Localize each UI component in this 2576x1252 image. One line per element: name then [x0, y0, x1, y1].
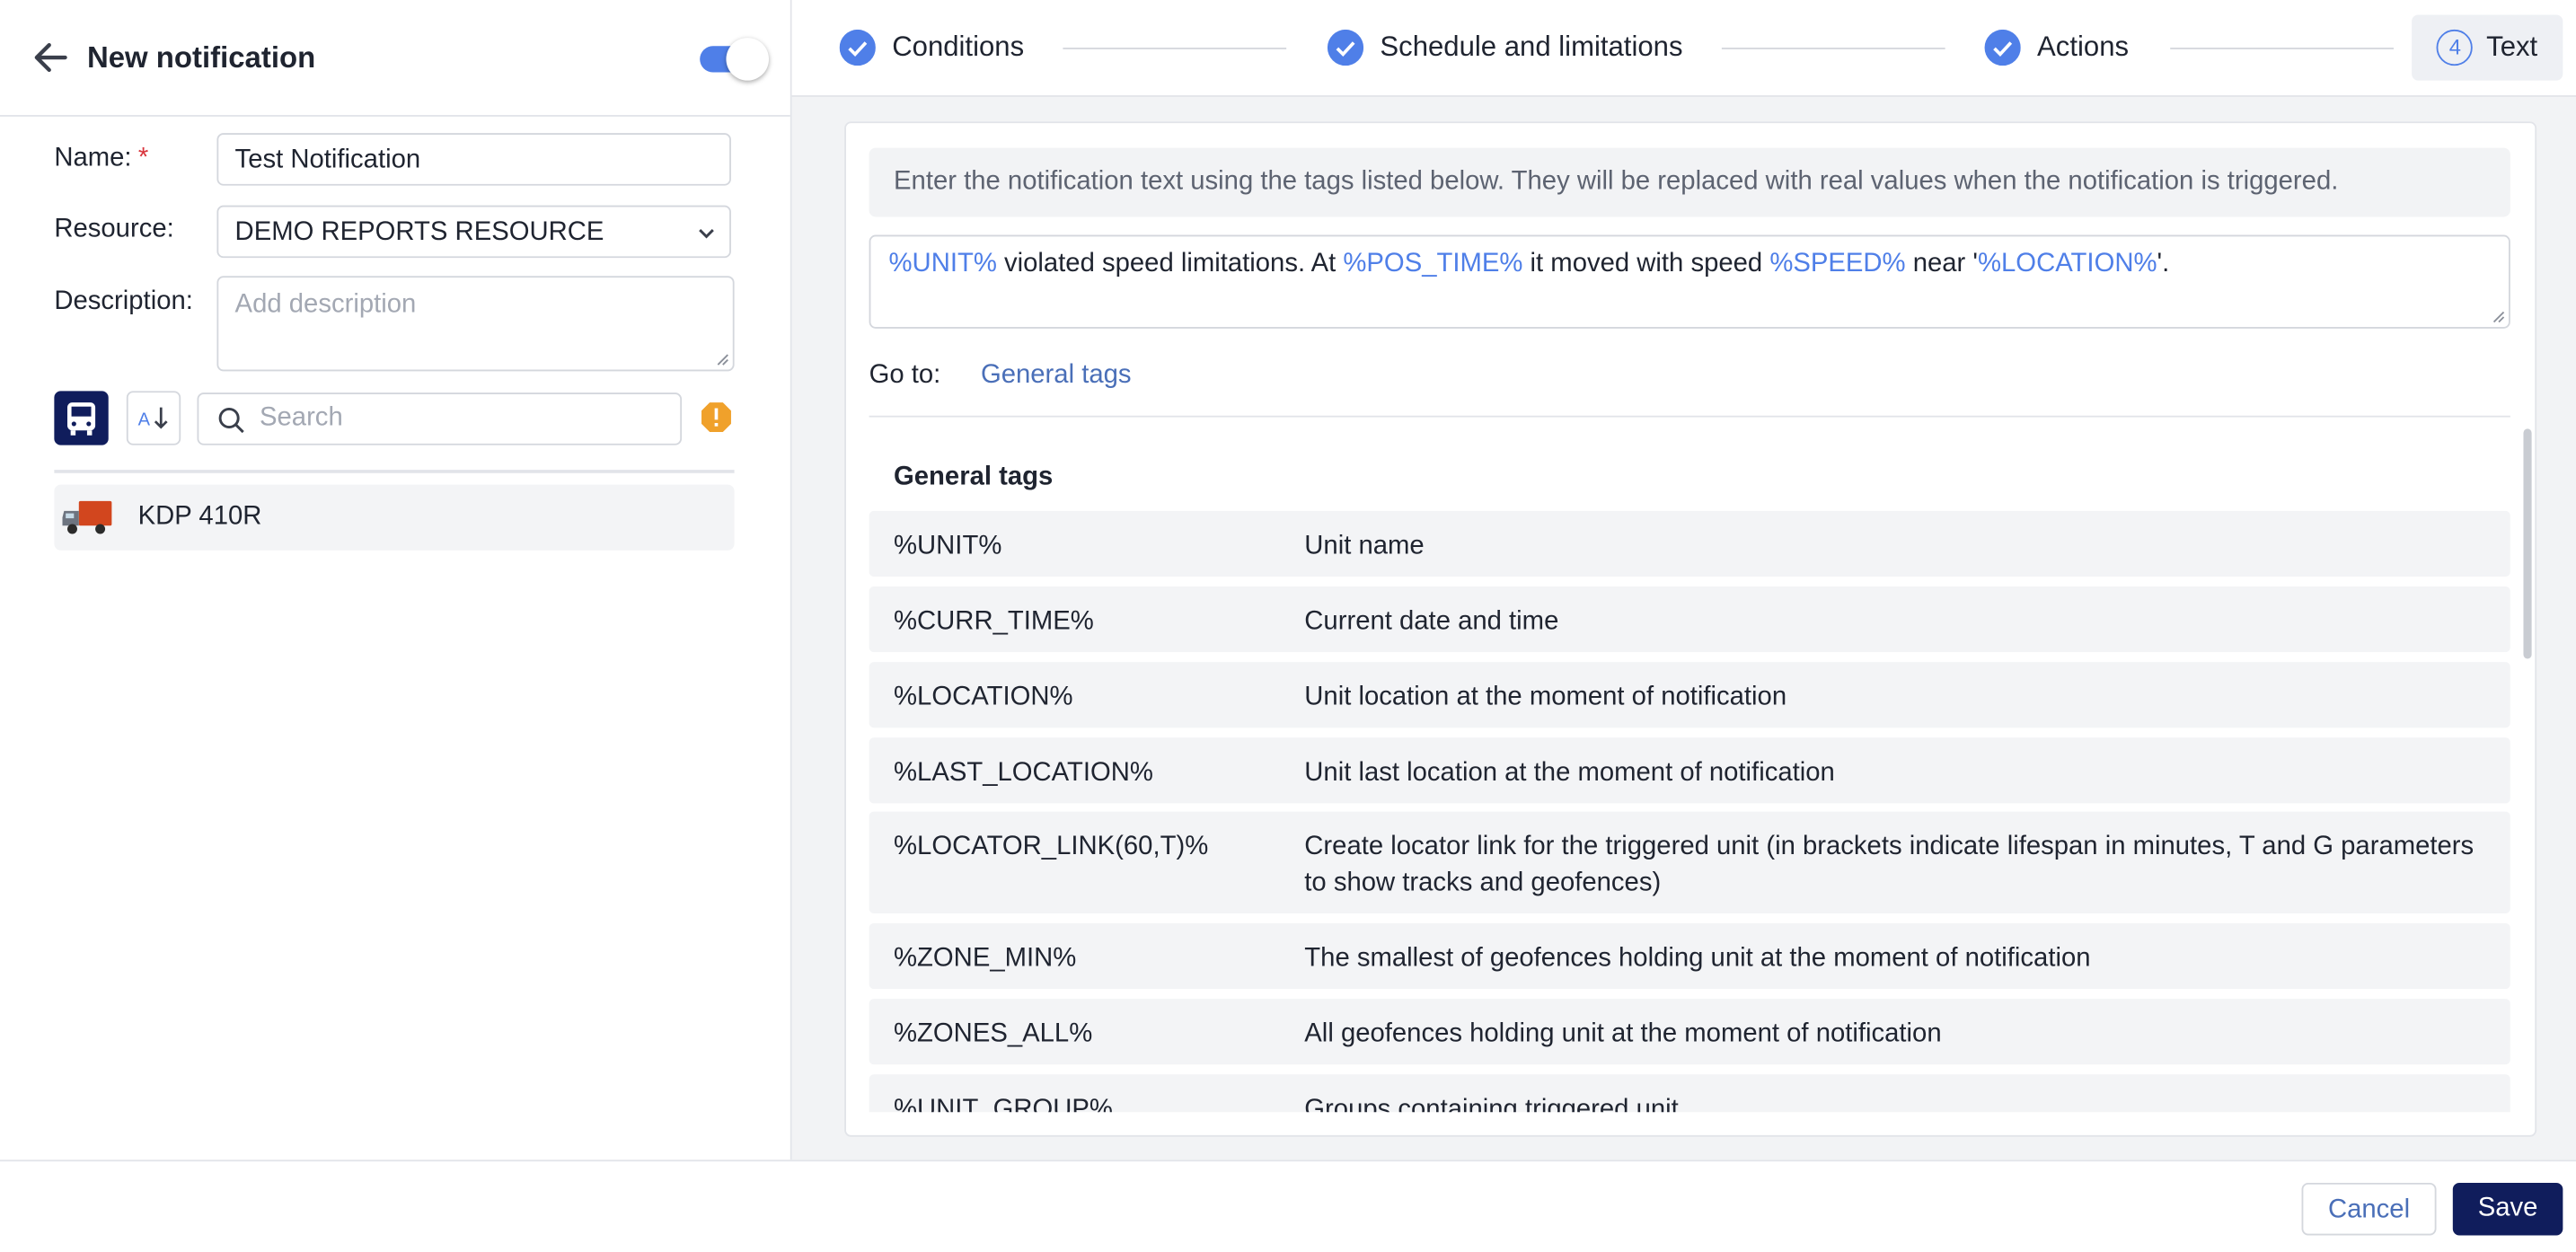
unit-name: KDP 410R: [137, 502, 262, 531]
step-label: Text: [2486, 31, 2538, 63]
step-connector: [2170, 48, 2394, 49]
wizard-steps: Conditions Schedule and limitations Acti…: [791, 0, 2576, 97]
tag-name: %ZONES_ALL%: [894, 1019, 1093, 1048]
description-label: Description:: [54, 287, 193, 316]
scrollbar[interactable]: [2523, 428, 2532, 659]
right-panel: Conditions Schedule and limitations Acti…: [791, 0, 2576, 1160]
sort-az-icon: A: [138, 407, 168, 430]
search-input[interactable]: Search: [197, 392, 683, 445]
step-schedule[interactable]: Schedule and limitations: [1327, 0, 1683, 95]
tag-row[interactable]: %ZONE_MIN% The smallest of geofences hol…: [869, 922, 2510, 990]
notification-text-input[interactable]: %UNIT% violated speed limitations. At %P…: [869, 234, 2510, 329]
required-mark: *: [137, 144, 149, 173]
tag-description: Unit name: [1304, 532, 1425, 560]
step-number: 4: [2437, 29, 2474, 66]
message-tag: %SPEED%: [1769, 250, 1906, 278]
tag-row[interactable]: %LOCATOR_LINK(60,T)% Create locator link…: [869, 811, 2510, 913]
text-card: Enter the notification text using the ta…: [844, 121, 2537, 1137]
tag-row[interactable]: %CURR_TIME% Current date and time: [869, 586, 2510, 653]
resize-grip-icon[interactable]: [716, 353, 729, 366]
step-label: Schedule and limitations: [1380, 31, 1683, 63]
resource-select[interactable]: DEMO REPORTS RESOURCE: [216, 205, 731, 259]
tag-description: Groups containing triggered unit: [1304, 1095, 1679, 1113]
name-input[interactable]: Test Notification: [216, 133, 731, 186]
truck-icon: [62, 500, 112, 534]
tag-description: The smallest of geofences holding unit a…: [1304, 944, 2091, 973]
step-label: Conditions: [892, 31, 1025, 63]
left-panel: New notification Name: * Test Notificatio…: [0, 0, 792, 1160]
footer: Cancel Save: [0, 1159, 2576, 1252]
tag-description: Create locator link for the triggered un…: [1304, 833, 2475, 897]
tag-description: All geofences holding unit at the moment…: [1304, 1019, 1942, 1048]
description-input[interactable]: Add description: [216, 276, 735, 372]
sort-letter: A: [138, 410, 151, 430]
cancel-button[interactable]: Cancel: [2301, 1182, 2437, 1236]
tag-description: Unit last location at the moment of noti…: [1304, 759, 1835, 788]
name-label: Name: *: [54, 144, 149, 173]
tag-name: %LAST_LOCATION%: [894, 759, 1153, 788]
search-icon: [218, 407, 244, 434]
tag-row[interactable]: %UNIT_GROUP% Groups containing triggered…: [869, 1074, 2510, 1113]
tag-row[interactable]: %LAST_LOCATION% Unit last location at th…: [869, 737, 2510, 804]
step-actions[interactable]: Actions: [1984, 0, 2130, 95]
tag-name: %ZONE_MIN%: [894, 944, 1077, 973]
resource-label: Resource:: [54, 215, 174, 243]
back-arrow-icon[interactable]: [30, 36, 73, 79]
resize-grip-icon[interactable]: [2492, 311, 2506, 324]
step-conditions[interactable]: Conditions: [839, 0, 1025, 95]
description-placeholder: Add description: [234, 290, 417, 319]
unit-list-item[interactable]: KDP 410R: [54, 484, 735, 551]
tag-name: %UNIT_GROUP%: [894, 1095, 1113, 1113]
save-button[interactable]: Save: [2452, 1182, 2563, 1236]
message-tag: %UNIT%: [888, 250, 997, 278]
search-placeholder: Search: [259, 403, 343, 433]
tag-row[interactable]: %ZONES_ALL% All geofences holding unit a…: [869, 999, 2510, 1065]
step-text[interactable]: 4 Text: [2412, 14, 2563, 81]
warning-icon[interactable]: [700, 401, 733, 434]
panel-header: New notification: [0, 0, 790, 117]
step-connector: [1063, 48, 1287, 49]
tag-row[interactable]: %LOCATION% Unit location at the moment o…: [869, 662, 2510, 728]
enable-toggle[interactable]: [697, 38, 770, 81]
tag-row[interactable]: %UNIT% Unit name: [869, 510, 2510, 578]
sort-button[interactable]: A: [126, 391, 181, 445]
message-tag: %LOCATION%: [1978, 250, 2157, 278]
tags-list[interactable]: General tags %UNIT% Unit name %CURR_TIME…: [869, 428, 2510, 1113]
tag-description: Unit location at the moment of notificat…: [1304, 683, 1787, 711]
message-tag: %POS_TIME%: [1343, 250, 1523, 278]
bus-icon: [66, 402, 96, 436]
check-circle-icon: [1327, 29, 1364, 66]
divider: [869, 415, 2510, 418]
page-title: New notification: [86, 40, 316, 75]
hint-text: Enter the notification text using the ta…: [869, 147, 2510, 217]
tag-name: %LOCATION%: [894, 683, 1073, 711]
tag-name: %CURR_TIME%: [894, 607, 1094, 636]
tag-name: %LOCATOR_LINK(60,T)%: [894, 833, 1209, 861]
tag-name: %UNIT%: [894, 532, 1002, 560]
divider: [54, 470, 735, 473]
chevron-down-icon: [699, 229, 714, 239]
message-text: it moved with speed: [1522, 250, 1770, 278]
check-circle-icon: [1984, 29, 2021, 66]
general-tags-link[interactable]: General tags: [981, 357, 1132, 396]
step-connector: [1721, 48, 1945, 49]
resource-value: DEMO REPORTS RESOURCE: [234, 218, 604, 247]
toggle-knob: [726, 38, 770, 81]
units-filter-button[interactable]: [54, 391, 109, 445]
step-label: Actions: [2037, 31, 2130, 63]
message-text: '.: [2157, 250, 2170, 278]
message-text: violated speed limitations. At: [996, 250, 1344, 278]
goto-label: Go to:: [869, 361, 941, 390]
message-text: near ': [1905, 250, 1979, 278]
section-title: General tags: [894, 463, 1054, 491]
check-circle-icon: [839, 29, 876, 66]
tag-description: Current date and time: [1304, 607, 1559, 636]
